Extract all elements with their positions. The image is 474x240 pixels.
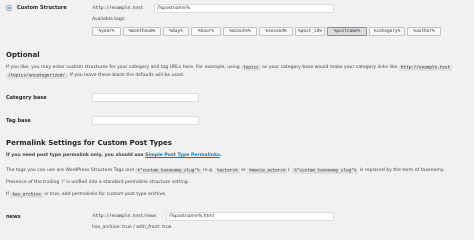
tag-base-input[interactable] xyxy=(92,116,199,125)
news-permalink-input[interactable]: /%postname%.html xyxy=(166,212,334,221)
optional-description-line-2: /topics/uncategorized/. If you leave the… xyxy=(6,72,185,79)
code-topics-uncategorized: /topics/uncategorized/ xyxy=(6,72,67,79)
tag-button-post_id[interactable]: %post_id% xyxy=(295,27,325,36)
tag-button-hour[interactable]: %hour% xyxy=(191,27,221,36)
tag-button-category[interactable]: %category% xyxy=(369,27,405,36)
tag-button-monthnum[interactable]: %monthnum% xyxy=(123,27,161,36)
cpt-note: If you need post type permalink only, yo… xyxy=(6,153,222,158)
custom-structure-input[interactable]: /%postname% xyxy=(154,4,334,13)
category-base-input[interactable] xyxy=(92,93,199,102)
cpt-heading: Permalink Settings for Custom Post Types xyxy=(6,139,172,147)
tag-button-postname[interactable]: %postname% xyxy=(327,27,367,36)
available-tags-label: Available tags: xyxy=(92,17,126,22)
simple-post-type-permalinks-link[interactable]: Simple Post Type Permalinks xyxy=(145,153,220,158)
custom-structure-prefix: http://example.test xyxy=(91,4,146,13)
code-topics: topics xyxy=(241,64,261,71)
cpt-has-archive-note: If has_archive is true, add permalinks f… xyxy=(6,191,167,198)
news-label: news xyxy=(6,214,21,220)
tag-base-label: Tag base xyxy=(6,118,31,124)
tag-button-second[interactable]: %second% xyxy=(259,27,293,36)
code-example-url: http://example.test xyxy=(398,64,453,71)
optional-description-line-1: If you like, you may enter custom struct… xyxy=(6,64,453,71)
custom-structure-label: Custom Structure xyxy=(17,5,67,11)
custom-structure-radio[interactable] xyxy=(6,5,12,11)
news-has-archive-info: has_archive: true / with_front: true xyxy=(92,225,172,230)
tag-button-minute[interactable]: %minute% xyxy=(223,27,257,36)
cpt-trailing-slash-note: Presence of the trailing '/' is unified … xyxy=(6,180,190,185)
tag-button-day[interactable]: %day% xyxy=(163,27,189,36)
cpt-tags-description: The tags you can use are WordPress Struc… xyxy=(6,167,445,174)
tag-button-year[interactable]: %year% xyxy=(92,27,121,36)
category-base-label: Category base xyxy=(6,95,47,101)
news-prefix: http://example.test/news xyxy=(91,212,159,221)
tag-button-author[interactable]: %author% xyxy=(407,27,441,36)
optional-heading: Optional xyxy=(6,51,40,59)
